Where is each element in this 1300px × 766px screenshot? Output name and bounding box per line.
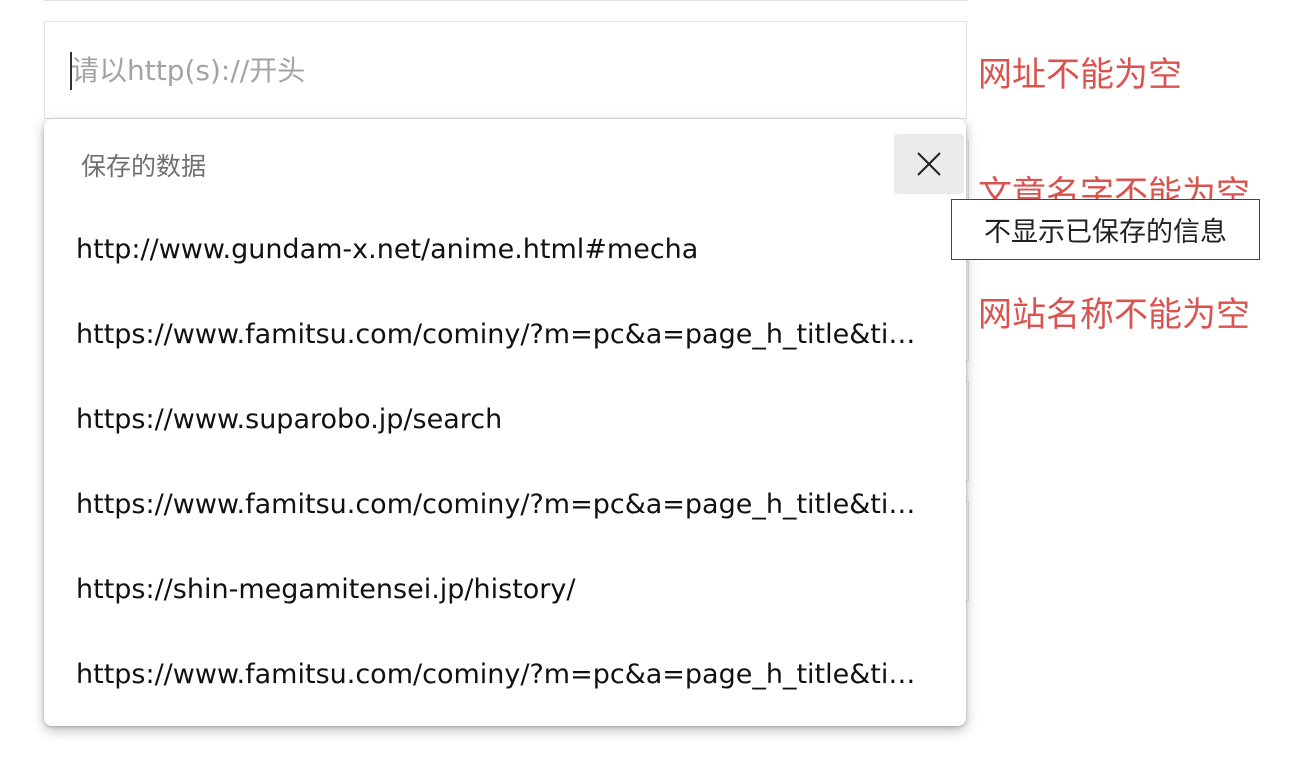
autofill-item[interactable]: https://shin-megamitensei.jp/history/ [76, 572, 921, 608]
close-icon [917, 152, 941, 176]
autofill-item[interactable]: https://www.suparobo.jp/search [76, 402, 921, 438]
text-caret [70, 52, 72, 90]
close-button[interactable] [894, 134, 964, 194]
page: 网址不能为空 文章名字不能为空 网站名称不能为空 保存的数据 http://ww… [0, 0, 1300, 766]
url-input[interactable] [44, 21, 967, 119]
close-tooltip: 不显示已保存的信息 [951, 199, 1260, 260]
autofill-item[interactable]: http://www.gundam-x.net/anime.html#mecha [76, 232, 921, 268]
autofill-item[interactable]: https://www.famitsu.com/cominy/?m=pc&a=p… [76, 487, 921, 523]
autofill-item[interactable]: https://www.famitsu.com/cominy/?m=pc&a=p… [76, 657, 921, 693]
url-error-text: 网址不能为空 [978, 55, 1182, 95]
autofill-title: 保存的数据 [81, 152, 207, 181]
autofill-dropdown: 保存的数据 http://www.gundam-x.net/anime.html… [44, 119, 966, 726]
site-name-error-text: 网站名称不能为空 [978, 295, 1250, 335]
divider [44, 0, 967, 1]
autofill-item[interactable]: https://www.famitsu.com/cominy/?m=pc&a=p… [76, 317, 921, 353]
